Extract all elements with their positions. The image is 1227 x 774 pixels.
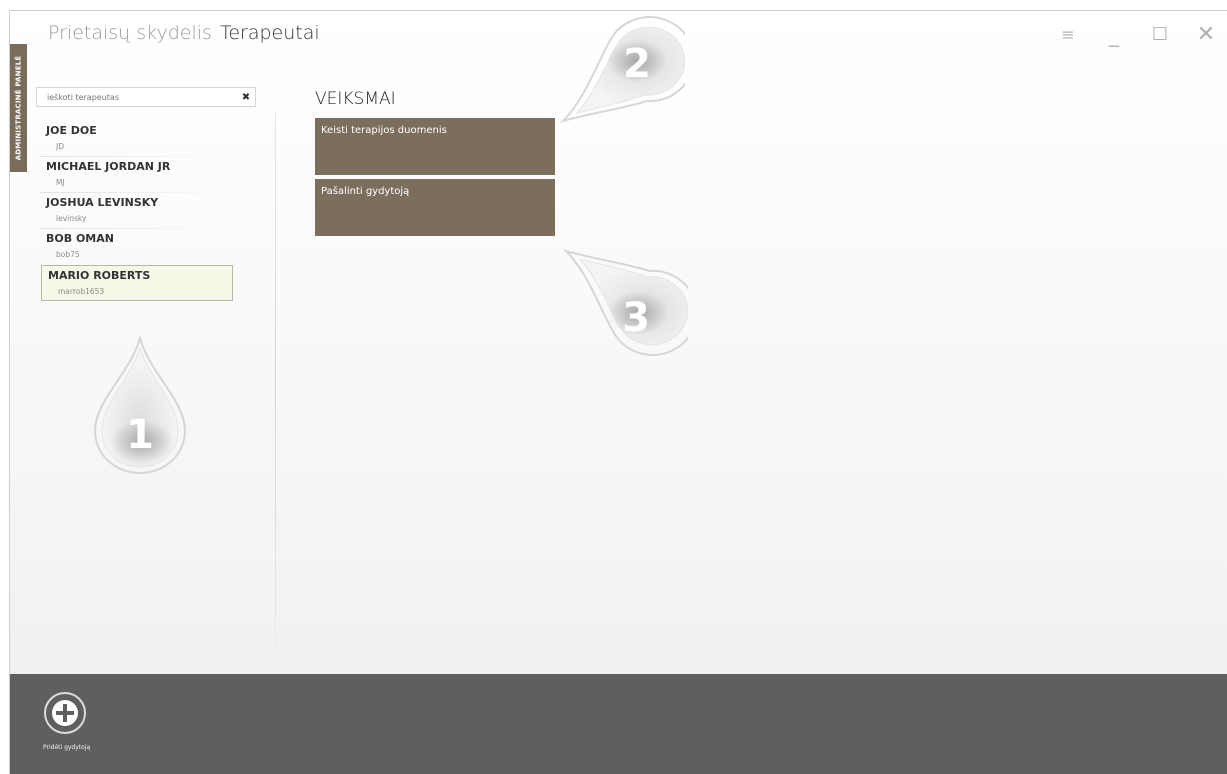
clear-search-icon[interactable]: ✖ (237, 92, 255, 103)
admin-panel-tab[interactable]: ADMINISTRACINĖ PANELĖ (10, 44, 27, 172)
close-icon[interactable]: ✕ (1195, 23, 1217, 47)
search-box: ✖ (36, 87, 256, 107)
callout-2-number: 2 (623, 41, 651, 87)
options-icon[interactable]: ≡ (1057, 23, 1079, 47)
therapist-name: MICHAEL JORDAN JR (46, 160, 171, 173)
therapist-name: MARIO ROBERTS (48, 269, 151, 282)
list-item-selected[interactable]: MARIO ROBERTS marrob1653 (41, 265, 233, 301)
therapist-username: bob75 (56, 250, 80, 259)
callout-3: 3 (562, 248, 688, 356)
callout-1-number: 1 (126, 412, 154, 458)
plus-icon (52, 700, 78, 726)
therapist-name: BOB OMAN (46, 232, 114, 245)
actions-title: VEIKSMAI (315, 89, 396, 109)
therapist-name: JOSHUA LEVINSKY (46, 196, 159, 209)
add-doctor-label: Pridėti gydytoją (43, 744, 91, 751)
therapist-username: MJ (56, 178, 65, 187)
therapist-list: JOE DOE JD MICHAEL JORDAN JR MJ JOSHUA L… (40, 121, 272, 301)
list-item[interactable]: MICHAEL JORDAN JR MJ (40, 157, 272, 193)
breadcrumb: Prietaisų skydelis Terapeutai (48, 22, 320, 44)
list-item[interactable]: JOE DOE JD (40, 121, 272, 157)
remove-doctor-button[interactable]: Pašalinti gydytoją (315, 179, 555, 236)
therapist-username: marrob1653 (58, 287, 105, 296)
add-doctor-button[interactable] (44, 692, 86, 734)
minimize-icon[interactable]: _ (1103, 25, 1125, 45)
callout-3-number: 3 (622, 295, 650, 341)
therapist-username: levinsky (56, 214, 87, 223)
callout-1: 1 (93, 334, 187, 474)
callout-2: 2 (559, 16, 685, 124)
admin-panel-tab-label: ADMINISTRACINĖ PANELĖ (14, 55, 23, 161)
breadcrumb-dashboard-link[interactable]: Prietaisų skydelis (48, 22, 212, 44)
edit-therapy-data-button[interactable]: Keisti terapijos duomenis (315, 118, 555, 175)
therapist-username: JD (56, 142, 64, 151)
list-item[interactable]: BOB OMAN bob75 (40, 229, 272, 265)
window-controls: ≡ _ ☐ ✕ (1033, 23, 1217, 47)
panel-divider (275, 111, 276, 651)
footer-bar: Pridėti gydytoją (10, 674, 1227, 774)
page-title: Terapeutai (219, 22, 320, 44)
therapist-name: JOE DOE (46, 124, 97, 137)
list-item[interactable]: JOSHUA LEVINSKY levinsky (40, 193, 272, 229)
maximize-icon[interactable]: ☐ (1149, 23, 1171, 47)
app-window: ADMINISTRACINĖ PANELĖ Prietaisų skydelis… (9, 10, 1227, 774)
search-input[interactable] (37, 92, 237, 102)
